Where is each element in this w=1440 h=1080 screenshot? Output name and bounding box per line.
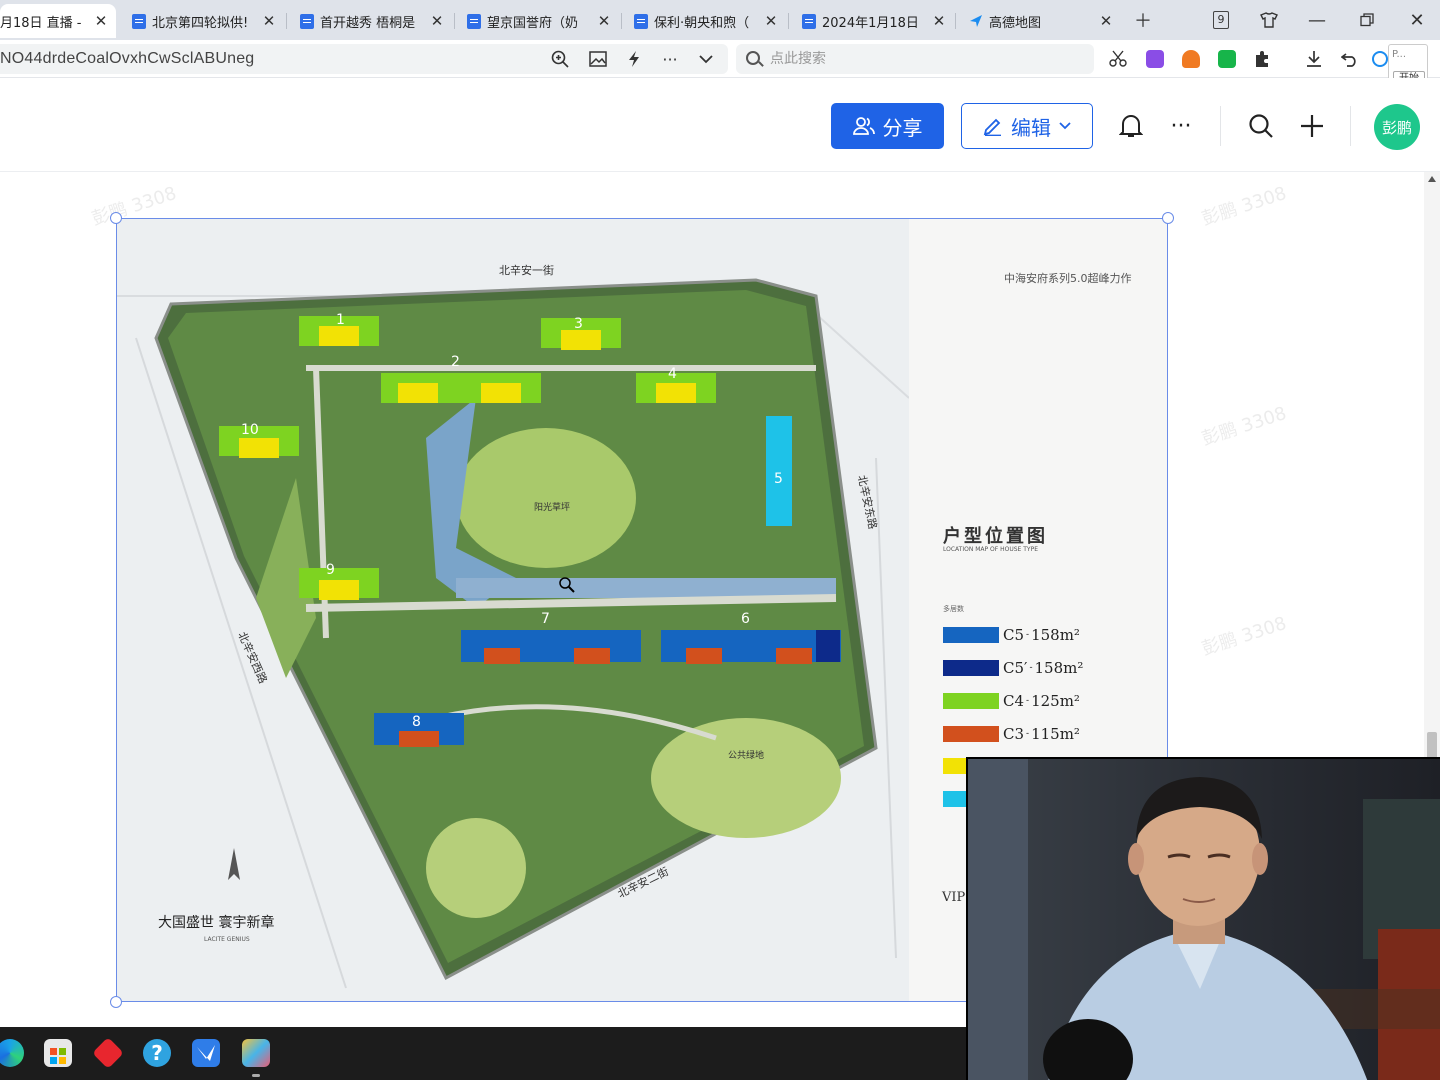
download-icon[interactable]	[1302, 48, 1326, 70]
scroll-up-icon[interactable]	[1428, 176, 1436, 182]
tab-live[interactable]: 月18日 直播 - ✕	[0, 4, 116, 38]
tab-label: 2024年1月18日	[822, 15, 919, 31]
address-bar: NO44drdeCoalOvxhCwSclABUneg ··· 点此搜索	[0, 40, 1440, 78]
chevron-down-icon	[1059, 122, 1071, 130]
minimize-icon[interactable]: —	[1302, 6, 1332, 34]
tab-label: 首开越秀 梧桐是	[320, 15, 416, 31]
close-window-icon[interactable]: ✕	[1402, 6, 1432, 34]
close-icon[interactable]: ✕	[260, 12, 278, 30]
tab-separator	[788, 13, 789, 29]
webcam-video-overlay	[966, 757, 1440, 1080]
share-label: 分享	[882, 115, 923, 140]
bell-icon[interactable]	[1116, 111, 1146, 141]
tab-wangjing-guoyufu[interactable]: 望京国誉府（奶 ✕	[455, 4, 619, 38]
translate-extension-icon[interactable]	[1146, 50, 1164, 68]
search-icon	[746, 51, 760, 65]
webcam-frame	[968, 759, 1440, 1080]
feishu-icon[interactable]	[192, 1039, 220, 1067]
document-icon	[300, 13, 314, 29]
resize-handle-top-left[interactable]	[110, 212, 122, 224]
header-divider	[1350, 106, 1351, 146]
resize-handle-bottom-left[interactable]	[110, 996, 122, 1008]
browser-tab-bar: 月18日 直播 - ✕ 北京第四轮拟供! ✕ 首开越秀 梧桐是 ✕ 望京国誉府（…	[0, 0, 1440, 40]
lightning-icon[interactable]	[622, 48, 646, 70]
close-icon[interactable]: ✕	[595, 12, 613, 30]
store-icon[interactable]	[44, 1039, 72, 1067]
amap-icon	[969, 14, 983, 29]
users-icon	[852, 117, 875, 135]
active-app-indicator	[252, 1074, 260, 1077]
document-icon	[802, 13, 816, 29]
pencil-icon	[983, 118, 1001, 136]
scissors-icon[interactable]	[1106, 48, 1130, 70]
tab-label: 月18日 直播 -	[0, 15, 82, 31]
search-icon[interactable]	[1246, 111, 1276, 141]
chat-extension-icon[interactable]	[1218, 50, 1236, 68]
document-icon	[634, 13, 648, 29]
tab-poly-chaoyang[interactable]: 保利·朝央和煦（ ✕	[622, 4, 786, 38]
tab-shoukai-yuexiu[interactable]: 首开越秀 梧桐是 ✕	[288, 4, 452, 38]
watermark: 彭鹏 3308	[1199, 402, 1290, 450]
tab-label: 保利·朝央和煦（	[654, 15, 750, 31]
close-icon[interactable]: ✕	[762, 12, 780, 30]
header-divider	[1220, 106, 1221, 146]
more-icon[interactable]: ···	[658, 48, 682, 70]
search-placeholder: 点此搜索	[770, 51, 826, 67]
url-field[interactable]: NO44drdeCoalOvxhCwSclABUneg	[0, 44, 728, 74]
document-icon	[132, 13, 146, 29]
scrollbar-thumb[interactable]	[1427, 732, 1437, 760]
restore-icon[interactable]	[1352, 6, 1382, 34]
app-diamond-icon[interactable]	[92, 1037, 124, 1069]
watermark: 彭鹏 3308	[1199, 182, 1290, 230]
close-icon[interactable]: ✕	[1097, 12, 1115, 30]
share-button[interactable]: 分享	[831, 103, 944, 149]
edit-label: 编辑	[1011, 115, 1051, 140]
edge-browser-icon[interactable]	[0, 1039, 24, 1067]
close-icon[interactable]: ✕	[428, 12, 446, 30]
tab-2024-jan-18[interactable]: 2024年1月18日 ✕	[790, 4, 954, 38]
game-extension-icon[interactable]	[1182, 50, 1200, 68]
resize-handle-top-right[interactable]	[1162, 212, 1174, 224]
skin-icon[interactable]	[1254, 6, 1284, 34]
help-app-icon[interactable]: ?	[143, 1039, 171, 1067]
more-options-icon[interactable]: ···	[1166, 111, 1196, 141]
image-icon[interactable]	[586, 48, 610, 70]
tab-separator	[286, 13, 287, 29]
avatar[interactable]: 彭鹏	[1374, 104, 1420, 150]
chevron-down-icon[interactable]	[694, 48, 718, 70]
tab-label: 望京国誉府（奶	[487, 15, 579, 31]
tab-amap[interactable]: 高德地图 ✕	[957, 4, 1121, 38]
tab-beijing-supply[interactable]: 北京第四轮拟供! ✕	[120, 4, 284, 38]
new-tab-button[interactable]: ＋	[1128, 6, 1158, 34]
tab-separator	[955, 13, 956, 29]
document-icon	[467, 13, 481, 29]
tab-label: 高德地图	[989, 15, 1042, 31]
document-header: 分享 编辑 ··· 彭鹏	[0, 78, 1440, 172]
image-viewer-icon[interactable]	[242, 1039, 270, 1067]
close-icon[interactable]: ✕	[930, 12, 948, 30]
zoom-in-icon[interactable]	[548, 48, 572, 70]
tab-label: 北京第四轮拟供!	[152, 15, 249, 31]
add-icon[interactable]	[1297, 111, 1327, 141]
tab-count-button[interactable]: 9	[1206, 6, 1236, 34]
search-input[interactable]: 点此搜索	[736, 44, 1094, 74]
tab-count-badge: 9	[1213, 11, 1229, 29]
puzzle-icon[interactable]	[1250, 48, 1274, 70]
popup-title: P...	[1392, 49, 1407, 60]
undo-icon[interactable]	[1338, 48, 1362, 70]
close-icon[interactable]: ✕	[92, 12, 110, 30]
edit-button[interactable]: 编辑	[961, 103, 1093, 149]
watermark: 彭鹏 3308	[1199, 612, 1290, 660]
